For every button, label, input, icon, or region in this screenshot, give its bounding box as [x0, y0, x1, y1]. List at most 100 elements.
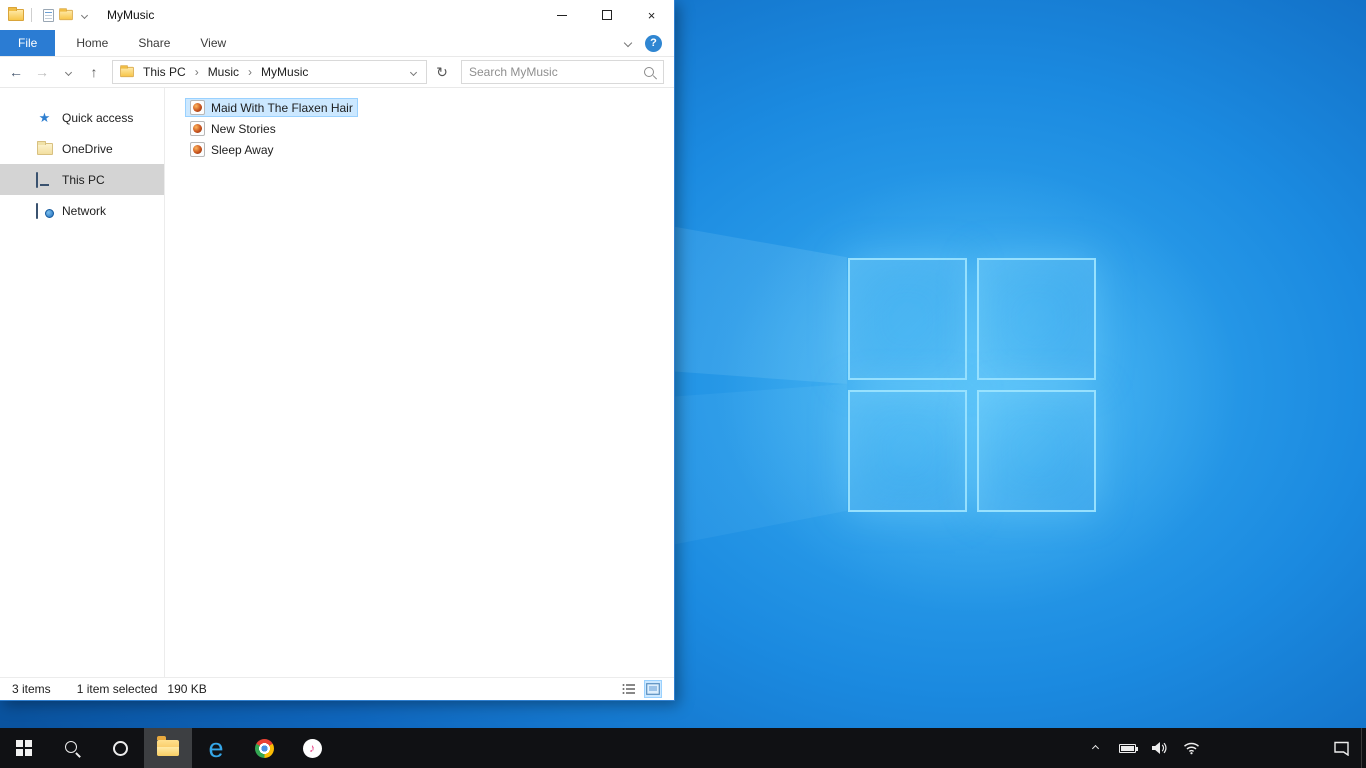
- taskbar-itunes-button[interactable]: ♪: [288, 728, 336, 768]
- file-name: New Stories: [211, 121, 276, 136]
- volume-icon[interactable]: [1149, 728, 1169, 768]
- sidebar-item-this-pc[interactable]: This PC: [0, 164, 164, 195]
- media-file-icon: [190, 121, 205, 136]
- wifi-icon[interactable]: [1181, 728, 1201, 768]
- onedrive-folder-icon: [36, 140, 53, 155]
- item-count: 3 items: [12, 682, 51, 696]
- window-title: MyMusic: [107, 8, 155, 22]
- star-icon: ★: [38, 110, 51, 125]
- up-button[interactable]: ↑: [82, 60, 106, 84]
- address-bar[interactable]: This PC › Music › MyMusic: [112, 60, 427, 84]
- media-file-icon: [190, 142, 205, 157]
- file-name: Sleep Away: [211, 142, 274, 157]
- tab-view[interactable]: View: [185, 30, 241, 56]
- chrome-icon: [254, 738, 274, 758]
- new-folder-button[interactable]: [57, 5, 75, 25]
- windows-start-icon: [16, 740, 32, 756]
- window-controls: ×: [539, 0, 674, 30]
- minimize-button[interactable]: [539, 0, 584, 30]
- sidebar-item-onedrive[interactable]: OneDrive: [0, 133, 164, 164]
- ribbon-collapse-icon[interactable]: [623, 38, 633, 48]
- chevron-down-icon: [64, 68, 72, 76]
- address-dropdown-icon[interactable]: [409, 68, 418, 76]
- search-icon[interactable]: [643, 66, 656, 79]
- help-button[interactable]: ?: [645, 34, 662, 52]
- breadcrumb-this-pc[interactable]: This PC: [138, 63, 191, 81]
- tab-home[interactable]: Home: [61, 30, 123, 56]
- breadcrumb-separator-icon: ›: [248, 65, 253, 79]
- itunes-icon: ♪: [302, 738, 322, 758]
- navigation-pane: ★ Quick access OneDrive This PC Network: [0, 88, 165, 677]
- sidebar-item-label: OneDrive: [62, 141, 113, 156]
- navigation-row: ← → ↑ This PC › Music › MyMusic ↻: [0, 57, 674, 88]
- file-item[interactable]: Maid With The Flaxen Hair: [185, 97, 674, 118]
- file-explorer-window: MyMusic × File Home Share View ? ← → ↑ T…: [0, 0, 675, 701]
- windows-logo-pane: [848, 390, 967, 512]
- battery-icon[interactable]: [1117, 728, 1138, 768]
- show-hidden-icons-button[interactable]: [1085, 728, 1105, 768]
- windows-logo-pane: [977, 258, 1096, 380]
- network-icon: [36, 203, 54, 219]
- ribbon-tab-strip: File Home Share View ?: [0, 30, 674, 57]
- sidebar-item-quick-access[interactable]: ★ Quick access: [0, 102, 164, 133]
- taskbar: e ♪: [0, 728, 1366, 768]
- status-bar: 3 items 1 item selected 190 KB: [0, 677, 674, 700]
- close-icon: ×: [647, 7, 656, 23]
- divider: [31, 8, 32, 22]
- tab-file[interactable]: File: [0, 30, 56, 56]
- folder-icon: [157, 736, 179, 756]
- refresh-button[interactable]: ↻: [429, 60, 455, 84]
- breadcrumb-music[interactable]: Music: [203, 63, 244, 81]
- new-folder-icon: [59, 8, 73, 21]
- properties-button[interactable]: [39, 5, 57, 25]
- minimize-icon: [556, 14, 567, 16]
- network-globe-icon: [36, 203, 54, 219]
- sidebar-item-label: This PC: [62, 172, 105, 187]
- maximize-button[interactable]: [584, 0, 629, 30]
- forward-button[interactable]: →: [30, 60, 54, 84]
- breadcrumb-separator-icon: ›: [194, 65, 199, 79]
- sidebar-item-label: Quick access: [62, 110, 134, 125]
- search-icon: [64, 740, 80, 756]
- windows-logo: [848, 258, 1096, 512]
- taskbar-chrome-button[interactable]: [240, 728, 288, 768]
- breadcrumb-mymusic[interactable]: MyMusic: [256, 63, 313, 81]
- search-input[interactable]: [469, 65, 643, 79]
- properties-icon: [42, 8, 54, 22]
- explorer-body: ★ Quick access OneDrive This PC Network …: [0, 88, 674, 677]
- cortana-button[interactable]: [96, 728, 144, 768]
- selection-info: 1 item selected: [76, 682, 158, 696]
- search-box: [461, 60, 664, 84]
- this-pc-icon: [36, 172, 53, 188]
- back-button[interactable]: ←: [4, 60, 28, 84]
- file-item[interactable]: New Stories: [185, 118, 674, 139]
- taskbar-internet-explorer-button[interactable]: e: [192, 728, 240, 768]
- chevron-down-icon: [80, 11, 88, 19]
- windows-logo-pane: [848, 258, 967, 380]
- system-tray: [1085, 728, 1209, 768]
- file-name: Maid With The Flaxen Hair: [211, 100, 353, 115]
- selection-size: 190 KB: [167, 682, 207, 696]
- file-list: Maid With The Flaxen Hair New Stories Sl…: [165, 88, 674, 677]
- chevron-up-icon: [1091, 744, 1099, 752]
- customize-quick-access-button[interactable]: [75, 5, 93, 25]
- close-button[interactable]: ×: [629, 0, 674, 30]
- tab-share[interactable]: Share: [123, 30, 185, 56]
- details-view-button[interactable]: [620, 680, 638, 698]
- internet-explorer-icon: e: [208, 733, 224, 763]
- onedrive-icon: [36, 140, 53, 155]
- quick-access-icon: ★: [36, 111, 53, 124]
- taskbar-file-explorer-button[interactable]: [144, 728, 192, 768]
- large-icons-view-button[interactable]: [644, 680, 662, 698]
- recent-locations-button[interactable]: [56, 60, 80, 84]
- taskbar-search-button[interactable]: [48, 728, 96, 768]
- location-icon: [120, 65, 134, 78]
- file-item[interactable]: Sleep Away: [185, 139, 674, 160]
- title-bar: MyMusic ×: [0, 0, 674, 30]
- sidebar-item-network[interactable]: Network: [0, 195, 164, 226]
- action-center-button[interactable]: [1321, 728, 1361, 768]
- start-button[interactable]: [0, 728, 48, 768]
- show-desktop-button[interactable]: [1361, 728, 1366, 768]
- sidebar-item-label: Network: [62, 203, 107, 218]
- taskbar-spacer: [1209, 728, 1321, 768]
